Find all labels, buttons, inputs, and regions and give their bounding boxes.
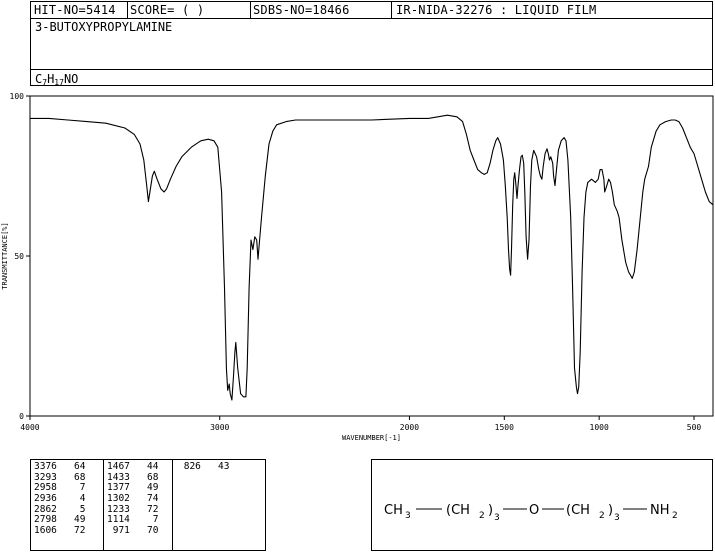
peak-column: 826 43 <box>178 461 230 473</box>
compound-name: 3-BUTOXYPROPYLAMINE <box>35 20 173 34</box>
peak-column: 3376 64 3293 68 2958 7 2936 4 2862 5 2798 49 1… <box>34 461 86 537</box>
struct-group: (CH <box>446 503 470 518</box>
struct-sub: 2 <box>599 511 605 521</box>
header-rule <box>31 18 712 19</box>
struct-amine: NH <box>650 503 670 518</box>
x-tick-label: 1000 <box>590 423 609 432</box>
x-axis-label: WAVENUMBER[-1] <box>342 434 401 442</box>
peak-row: 971 70 <box>107 525 159 537</box>
x-tick-label: 500 <box>687 423 702 432</box>
peak-table: 3376 64 3293 68 2958 7 2936 4 2862 5 2798 49 1… <box>30 459 266 551</box>
header-divider <box>391 2 392 18</box>
peak-column: 1467 44 1433 68 1377 49 1302 74 1233 72 1114 … <box>107 461 159 537</box>
struct-sub: 2 <box>479 511 485 521</box>
spectrum-line <box>30 114 714 401</box>
y-tick-label: 0 <box>19 412 24 421</box>
sdbs-number: SDBS-NO=18466 <box>253 3 350 17</box>
ir-info: IR-NIDA-32276 : LIQUID FILM <box>396 3 597 17</box>
chart-plot-area: 4000 3000 2000 1500 1000 500 0 50 100 WAVENUMBER[… <box>1 92 714 442</box>
peak-column-divider <box>103 460 104 550</box>
struct-group: (CH <box>566 503 590 518</box>
hit-number: HIT-NO=5414 <box>34 3 116 17</box>
y-tick-label: 50 <box>14 252 24 261</box>
structure-formula: CH 3 (CH 2 ) 3 O (CH 2 ) 3 NH 2 <box>384 503 678 523</box>
score: SCORE= ( ) <box>130 3 205 17</box>
plot-frame <box>29 95 714 417</box>
struct-oxygen: O <box>529 503 539 518</box>
struct-paren: ) <box>608 503 613 518</box>
y-tick-label: 100 <box>10 92 25 101</box>
struct-sub: 2 <box>672 511 678 521</box>
ir-spectrum-chart: 4000 3000 2000 1500 1000 500 0 50 100 WAVENUMBER[… <box>1 92 714 442</box>
header-rule <box>31 69 712 70</box>
struct-repeat: 3 <box>494 513 500 523</box>
formula-h-count: 17 <box>54 78 64 87</box>
x-tick-label: 1500 <box>495 423 514 432</box>
struct-paren: ) <box>488 503 493 518</box>
y-axis-label: TRANSMITTANCE[%] <box>1 222 9 289</box>
struct-ch: CH <box>384 503 403 518</box>
x-tick-label: 2000 <box>400 423 419 432</box>
peak-row: 1606 72 <box>34 525 86 537</box>
x-tick-label: 4000 <box>20 423 39 432</box>
spectrum-header: HIT-NO=5414 SCORE= ( ) SDBS-NO=18466 IR-… <box>30 1 713 87</box>
struct-sub: 3 <box>405 511 411 521</box>
formula-rest: NO <box>63 72 79 86</box>
header-divider <box>250 2 251 18</box>
peak-row: 826 43 <box>178 461 230 472</box>
structure-box: CH 3 (CH 2 ) 3 O (CH 2 ) 3 NH 2 <box>371 459 713 551</box>
struct-repeat: 3 <box>614 513 620 523</box>
peak-column-divider <box>172 460 173 550</box>
header-divider <box>127 2 128 18</box>
x-tick-label: 3000 <box>210 423 229 432</box>
